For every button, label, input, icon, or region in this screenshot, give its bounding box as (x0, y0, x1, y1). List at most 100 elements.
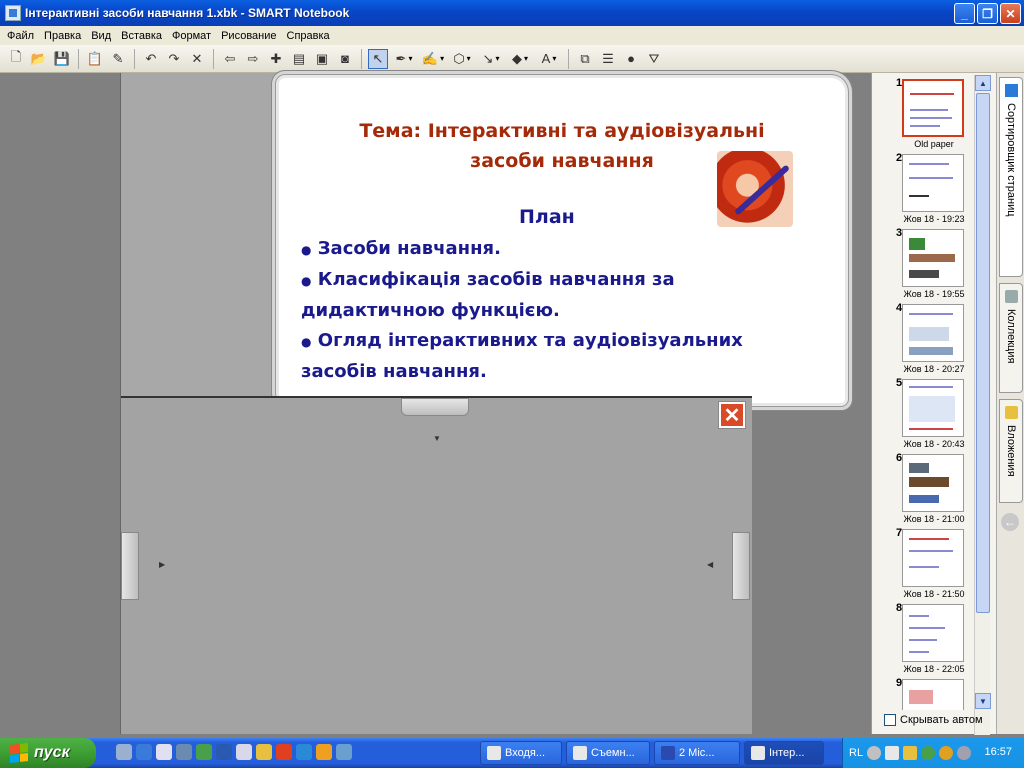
expand-tray-icon[interactable] (867, 746, 882, 760)
folder-icon[interactable] (256, 744, 272, 760)
messenger-icon[interactable] (176, 744, 192, 760)
camera-icon[interactable]: ◙ (335, 49, 355, 69)
gallery-icon (1004, 290, 1018, 303)
minimize-button[interactable]: _ (954, 3, 975, 24)
previous-page-icon[interactable]: ⇦ (220, 49, 240, 69)
plan-heading[interactable]: План (519, 206, 575, 228)
volume-icon[interactable] (957, 746, 972, 760)
creative-pen-icon[interactable]: ✍ (420, 49, 446, 69)
opera-icon[interactable] (276, 744, 292, 760)
menu-insert[interactable]: Вставка (116, 30, 167, 42)
add-page-icon[interactable]: ✚ (266, 49, 286, 69)
tool-icon[interactable] (236, 744, 252, 760)
palette-image[interactable] (717, 151, 793, 227)
lock-icon[interactable] (903, 746, 918, 760)
menu-file[interactable]: Файл (2, 30, 39, 42)
tab-attachments[interactable]: Вложения (999, 399, 1023, 503)
line-icon[interactable]: ↘ (478, 49, 504, 69)
security-icon[interactable] (939, 746, 954, 760)
scroll-up-button[interactable]: ▲ (975, 75, 991, 91)
start-button[interactable]: пуск (0, 738, 96, 768)
magic-wand-icon[interactable]: ✎ (108, 49, 128, 69)
shade-handle-left[interactable] (121, 532, 139, 600)
monitor-icon[interactable] (885, 746, 900, 760)
paste-icon[interactable]: 📋 (85, 49, 105, 69)
full-screen-icon[interactable]: ▣ (312, 49, 332, 69)
browser-icon[interactable] (136, 744, 152, 760)
autohide-checkbox[interactable] (884, 714, 896, 726)
scroll-thumb[interactable] (976, 93, 990, 613)
page-area[interactable]: Тема: Інтерактивні та аудіовізуальні зас… (120, 73, 845, 734)
group-icon[interactable]: ⧉ (575, 49, 595, 69)
task-removable[interactable]: Съемн... (566, 741, 650, 765)
menu-format[interactable]: Формат (167, 30, 216, 42)
screen-shade-icon[interactable]: ▤ (289, 49, 309, 69)
new-file-icon[interactable]: 🗋 (6, 49, 26, 69)
line-style-icon[interactable]: ☰ (598, 49, 618, 69)
redo-icon[interactable]: ↷ (164, 49, 184, 69)
task-notebook[interactable]: Інтер... (744, 741, 824, 765)
menu-edit[interactable]: Правка (39, 30, 86, 42)
menu-help[interactable]: Справка (282, 30, 335, 42)
undo-icon[interactable]: ↶ (141, 49, 161, 69)
network-icon[interactable] (196, 744, 212, 760)
shade-handle-top[interactable] (401, 398, 469, 416)
language-indicator[interactable]: RL (849, 747, 863, 759)
windows-flag-icon (10, 743, 28, 763)
media-player-icon[interactable] (156, 744, 172, 760)
next-page-icon[interactable]: ⇨ (243, 49, 263, 69)
plan-list[interactable]: ● Засоби навчання. ● Класифікація засобі… (301, 234, 821, 387)
task-label: 2 Mic... (679, 747, 715, 759)
outlook-icon[interactable] (216, 744, 232, 760)
plan-item-2: ● Класифікація засобів навчання за (301, 265, 821, 296)
desktop-icon[interactable] (116, 744, 132, 760)
shade-close-button[interactable]: ✕ (719, 402, 745, 428)
autohide-option[interactable]: Скрывать автом (884, 714, 983, 726)
plan-item-text: Огляд інтерактивних та аудіовізуальних (317, 330, 743, 351)
task-word[interactable]: 2 Mic... (654, 741, 740, 765)
page-thumbnail (902, 229, 964, 287)
close-button[interactable]: ✕ (1000, 3, 1021, 24)
taskbar: пуск Входя... Съемн... 2 Mic... Інтер... (0, 738, 1024, 768)
menu-bar: Файл Правка Вид Вставка Формат Рисование… (0, 26, 1024, 45)
select-pointer-icon[interactable]: ↖ (368, 48, 388, 69)
collapse-arrow-icon[interactable]: ← (1001, 513, 1019, 531)
menu-draw[interactable]: Рисование (216, 30, 281, 42)
save-icon[interactable]: 💾 (52, 49, 72, 69)
plan-item-1: ● Засоби навчання. (301, 234, 821, 265)
maximize-button[interactable]: ❐ (977, 3, 998, 24)
shapes-icon[interactable]: ◆ (507, 49, 533, 69)
page-caption: Жов 18 - 19:23 (903, 214, 965, 224)
page-thumbnail (902, 154, 964, 212)
pen-icon[interactable]: ✒ (391, 49, 417, 69)
fill-icon[interactable]: ● (621, 49, 641, 69)
quick-launch (116, 744, 352, 760)
scroll-down-button[interactable]: ▼ (975, 693, 991, 709)
thumbnail-list: 1 Old paper 2 Жов 18 - 19:23 3 Жов 18 - … (874, 75, 974, 710)
tab-gallery[interactable]: Коллекция (999, 283, 1023, 393)
slide-title-line1: Тема: Інтерактивні та аудіовізуальні (359, 120, 765, 142)
mail-icon[interactable] (316, 744, 332, 760)
network-icon[interactable] (921, 746, 936, 760)
menu-view[interactable]: Вид (86, 30, 116, 42)
task-inbox[interactable]: Входя... (480, 741, 562, 765)
autohide-label: Скрывать автом (900, 714, 983, 726)
tab-page-sorter[interactable]: Сортировщик страниц (999, 77, 1023, 277)
delete-icon[interactable]: ✕ (187, 49, 207, 69)
sorter-scrollbar[interactable]: ▲ ▼ (974, 75, 991, 735)
page-caption: Жов 18 - 21:50 (903, 589, 965, 599)
page-sorter-panel: 1 Old paper 2 Жов 18 - 19:23 3 Жов 18 - … (871, 73, 996, 735)
shade-arrow-down-icon: ▼ (433, 434, 441, 443)
page-thumbnail (902, 604, 964, 662)
page-sorter-icon (1004, 84, 1018, 97)
plan-item-text: Класифікація засобів навчання за (317, 269, 675, 290)
open-folder-icon[interactable]: 📂 (29, 49, 49, 69)
skype-icon[interactable] (296, 744, 312, 760)
text-icon[interactable]: A (536, 49, 562, 69)
eraser-icon[interactable]: ⬡ (449, 49, 475, 69)
shade-handle-right[interactable] (732, 532, 750, 600)
app-icon[interactable] (336, 744, 352, 760)
screen-shade[interactable]: ▼ ✕ ▶ ◀ (121, 396, 752, 734)
toolbar-separator (361, 48, 362, 69)
properties-icon[interactable]: ⛛ (644, 49, 664, 69)
